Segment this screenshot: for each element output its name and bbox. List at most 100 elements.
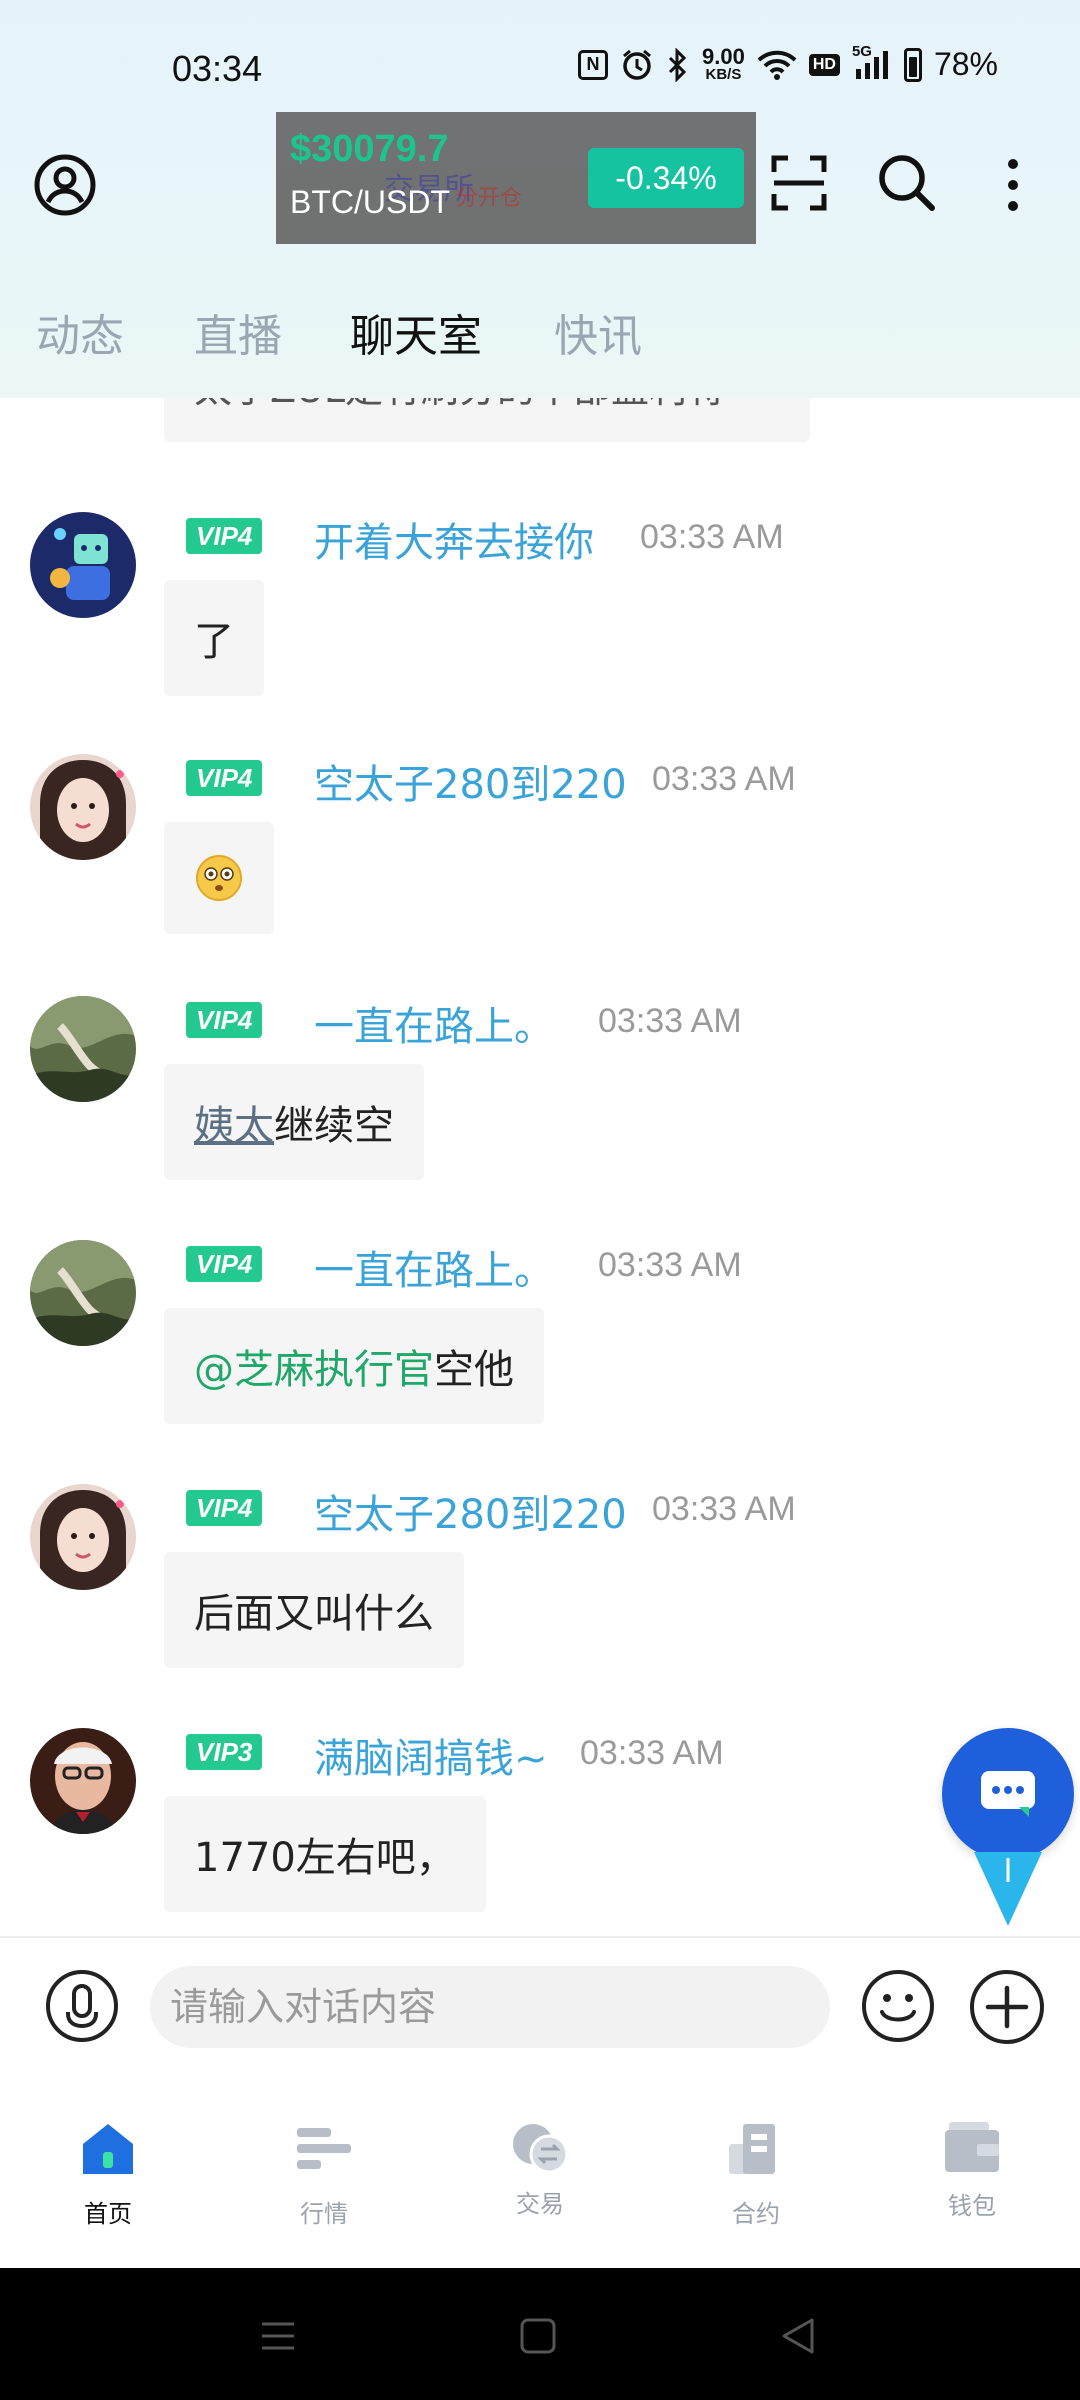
nav-market[interactable]: 行情 <box>244 2072 404 2268</box>
message-time: 03:33 AM <box>640 518 784 556</box>
message-bubble[interactable]: 姨太 继续空 <box>164 1064 424 1180</box>
message-bubble[interactable]: 1770左右吧， <box>164 1796 486 1912</box>
battery-level: 78% <box>933 46 998 82</box>
username[interactable]: 空太子280到220 <box>314 1482 627 1540</box>
nav-label: 首页 <box>84 2200 132 2228</box>
status-icons: N 9.00 KB/S HD 5G 78% <box>578 43 998 83</box>
home-icon <box>83 2124 133 2174</box>
chat-fab-button[interactable] <box>942 1728 1074 1860</box>
net-speed-unit: KB/S <box>705 66 742 83</box>
wifi-icon <box>757 49 797 81</box>
header-row: 交易所 分开仓 $30079.7 BTC/USDT -0.34% <box>0 110 1080 260</box>
search-icon[interactable] <box>876 152 936 212</box>
scan-icon[interactable] <box>770 154 828 212</box>
avatar[interactable] <box>30 1240 136 1346</box>
avatar[interactable] <box>30 754 136 860</box>
message-text: 1770左右吧， <box>194 1835 456 1881</box>
net-speed-value: 9.00 <box>702 44 745 69</box>
bluetooth-icon <box>666 47 690 82</box>
username[interactable]: 满脑阔搞钱~ <box>314 1726 548 1784</box>
message-time: 03:33 AM <box>580 1734 724 1772</box>
flushed-face-emoji-icon <box>196 855 242 901</box>
hd-icon: HD <box>808 53 840 76</box>
trade-icon <box>513 2124 569 2174</box>
recent-apps-icon[interactable] <box>256 2314 300 2358</box>
profile-icon[interactable] <box>34 154 96 216</box>
nav-wallet[interactable]: 钱包 <box>892 2072 1052 2268</box>
user-link[interactable]: 姨太 <box>194 1093 274 1151</box>
status-time: 03:34 <box>172 48 263 89</box>
vip-badge: VIP3 <box>186 1734 263 1770</box>
message-text: 继续空 <box>274 1103 394 1149</box>
system-navigation-bar <box>0 2268 1080 2400</box>
tab-news[interactable]: 快讯 <box>554 300 642 364</box>
message-time: 03:33 AM <box>598 1246 742 1284</box>
signal-label: 5G <box>851 42 872 60</box>
nav-label: 行情 <box>300 2200 348 2228</box>
emoji-icon[interactable] <box>860 1968 936 2044</box>
list-item: VIP4 一直在路上。 03:33 AM 姨太 继续空 <box>0 988 1080 1228</box>
chat-messages[interactable]: 太子ZUL是有刷分的中部蓝利将 VIP4 开着大奔去接你 03:33 AM 了 <box>0 398 1080 1936</box>
nav-home[interactable]: 首页 <box>28 2072 188 2268</box>
username[interactable]: 空太子280到220 <box>314 752 627 810</box>
chat-bubble-icon <box>981 1771 1035 1817</box>
message-text: 了 <box>194 619 234 665</box>
list-item: VIP4 一直在路上。 03:33 AM @芝麻执行官 空他 <box>0 1232 1080 1472</box>
nfc-icon: N <box>578 49 609 80</box>
message-bubble[interactable]: @芝麻执行官 空他 <box>164 1308 544 1424</box>
more-options-icon[interactable] <box>998 154 1028 216</box>
vip-badge: VIP4 <box>186 1002 263 1038</box>
top-header: 03:34 N 9.00 KB/S HD 5G 78% 交易所 分开仓 $300… <box>0 0 1080 398</box>
username[interactable]: 一直在路上。 <box>314 1238 554 1296</box>
contract-icon <box>729 2124 775 2174</box>
avatar[interactable] <box>30 1728 136 1834</box>
mention-link[interactable]: @芝麻执行官 <box>194 1337 434 1395</box>
location-pin-icon[interactable] <box>974 1846 1042 1928</box>
username[interactable]: 开着大奔去接你 <box>314 510 594 568</box>
list-item: VIP4 空太子280到220 03:33 AM <box>0 746 1080 986</box>
message-time: 03:33 AM <box>598 1002 742 1040</box>
vip-badge: VIP4 <box>186 760 263 796</box>
signal-icon: 5G <box>852 43 892 81</box>
tab-dynamics[interactable]: 动态 <box>36 300 124 364</box>
message-bubble-partial: 太子ZUL是有刷分的中部蓝利将 <box>164 398 810 442</box>
add-attachment-icon[interactable] <box>968 1968 1046 2046</box>
vip-badge: VIP4 <box>186 1490 263 1526</box>
tab-bar: 动态 直播 聊天室 快讯 <box>0 290 1080 370</box>
ticker-price: $30079.7 <box>290 128 449 170</box>
list-item: VIP4 开着大奔去接你 03:33 AM 了 <box>0 504 1080 744</box>
username[interactable]: 一直在路上。 <box>314 994 554 1052</box>
vip-badge: VIP4 <box>186 518 263 554</box>
net-speed: 9.00 KB/S <box>702 44 745 83</box>
list-item: VIP4 空太子280到220 03:33 AM 后面又叫什么 <box>0 1476 1080 1716</box>
message-input-bar <box>0 1936 1080 2072</box>
nav-trade[interactable]: 交易 <box>460 2072 620 2268</box>
back-button-icon[interactable] <box>776 2314 820 2358</box>
avatar[interactable] <box>30 996 136 1102</box>
nav-label: 交易 <box>516 2190 564 2218</box>
avatar[interactable] <box>30 512 136 618</box>
list-item: VIP3 满脑阔搞钱~ 03:33 AM 1770左右吧， <box>0 1720 1080 1936</box>
message-bubble[interactable]: 了 <box>164 580 264 696</box>
nav-label: 合约 <box>732 2200 780 2228</box>
message-text: 后面又叫什么 <box>194 1591 434 1637</box>
bottom-navigation: 首页 行情 交易 合约 钱包 <box>0 2072 1080 2268</box>
message-time: 03:33 AM <box>652 760 796 798</box>
tab-live[interactable]: 直播 <box>194 300 282 364</box>
home-button-icon[interactable] <box>516 2314 560 2358</box>
message-bubble[interactable]: 后面又叫什么 <box>164 1552 464 1668</box>
vip-badge: VIP4 <box>186 1246 263 1282</box>
battery-icon <box>903 47 922 82</box>
voice-input-icon[interactable] <box>44 1968 120 2044</box>
tab-chatroom[interactable]: 聊天室 <box>350 300 482 364</box>
nav-contract[interactable]: 合约 <box>676 2072 836 2268</box>
alarm-icon <box>620 48 654 82</box>
message-bubble[interactable] <box>164 822 274 934</box>
avatar[interactable] <box>30 1484 136 1590</box>
chat-input[interactable] <box>150 1966 830 2048</box>
ticker-change-badge: -0.34% <box>588 148 744 208</box>
message-text: 空他 <box>434 1347 514 1393</box>
partial-message-text: 太子ZUL是有刷分的中部蓝利将 <box>194 398 725 413</box>
wallet-icon <box>945 2122 999 2172</box>
price-ticker[interactable]: 交易所 分开仓 $30079.7 BTC/USDT -0.34% <box>276 112 756 244</box>
